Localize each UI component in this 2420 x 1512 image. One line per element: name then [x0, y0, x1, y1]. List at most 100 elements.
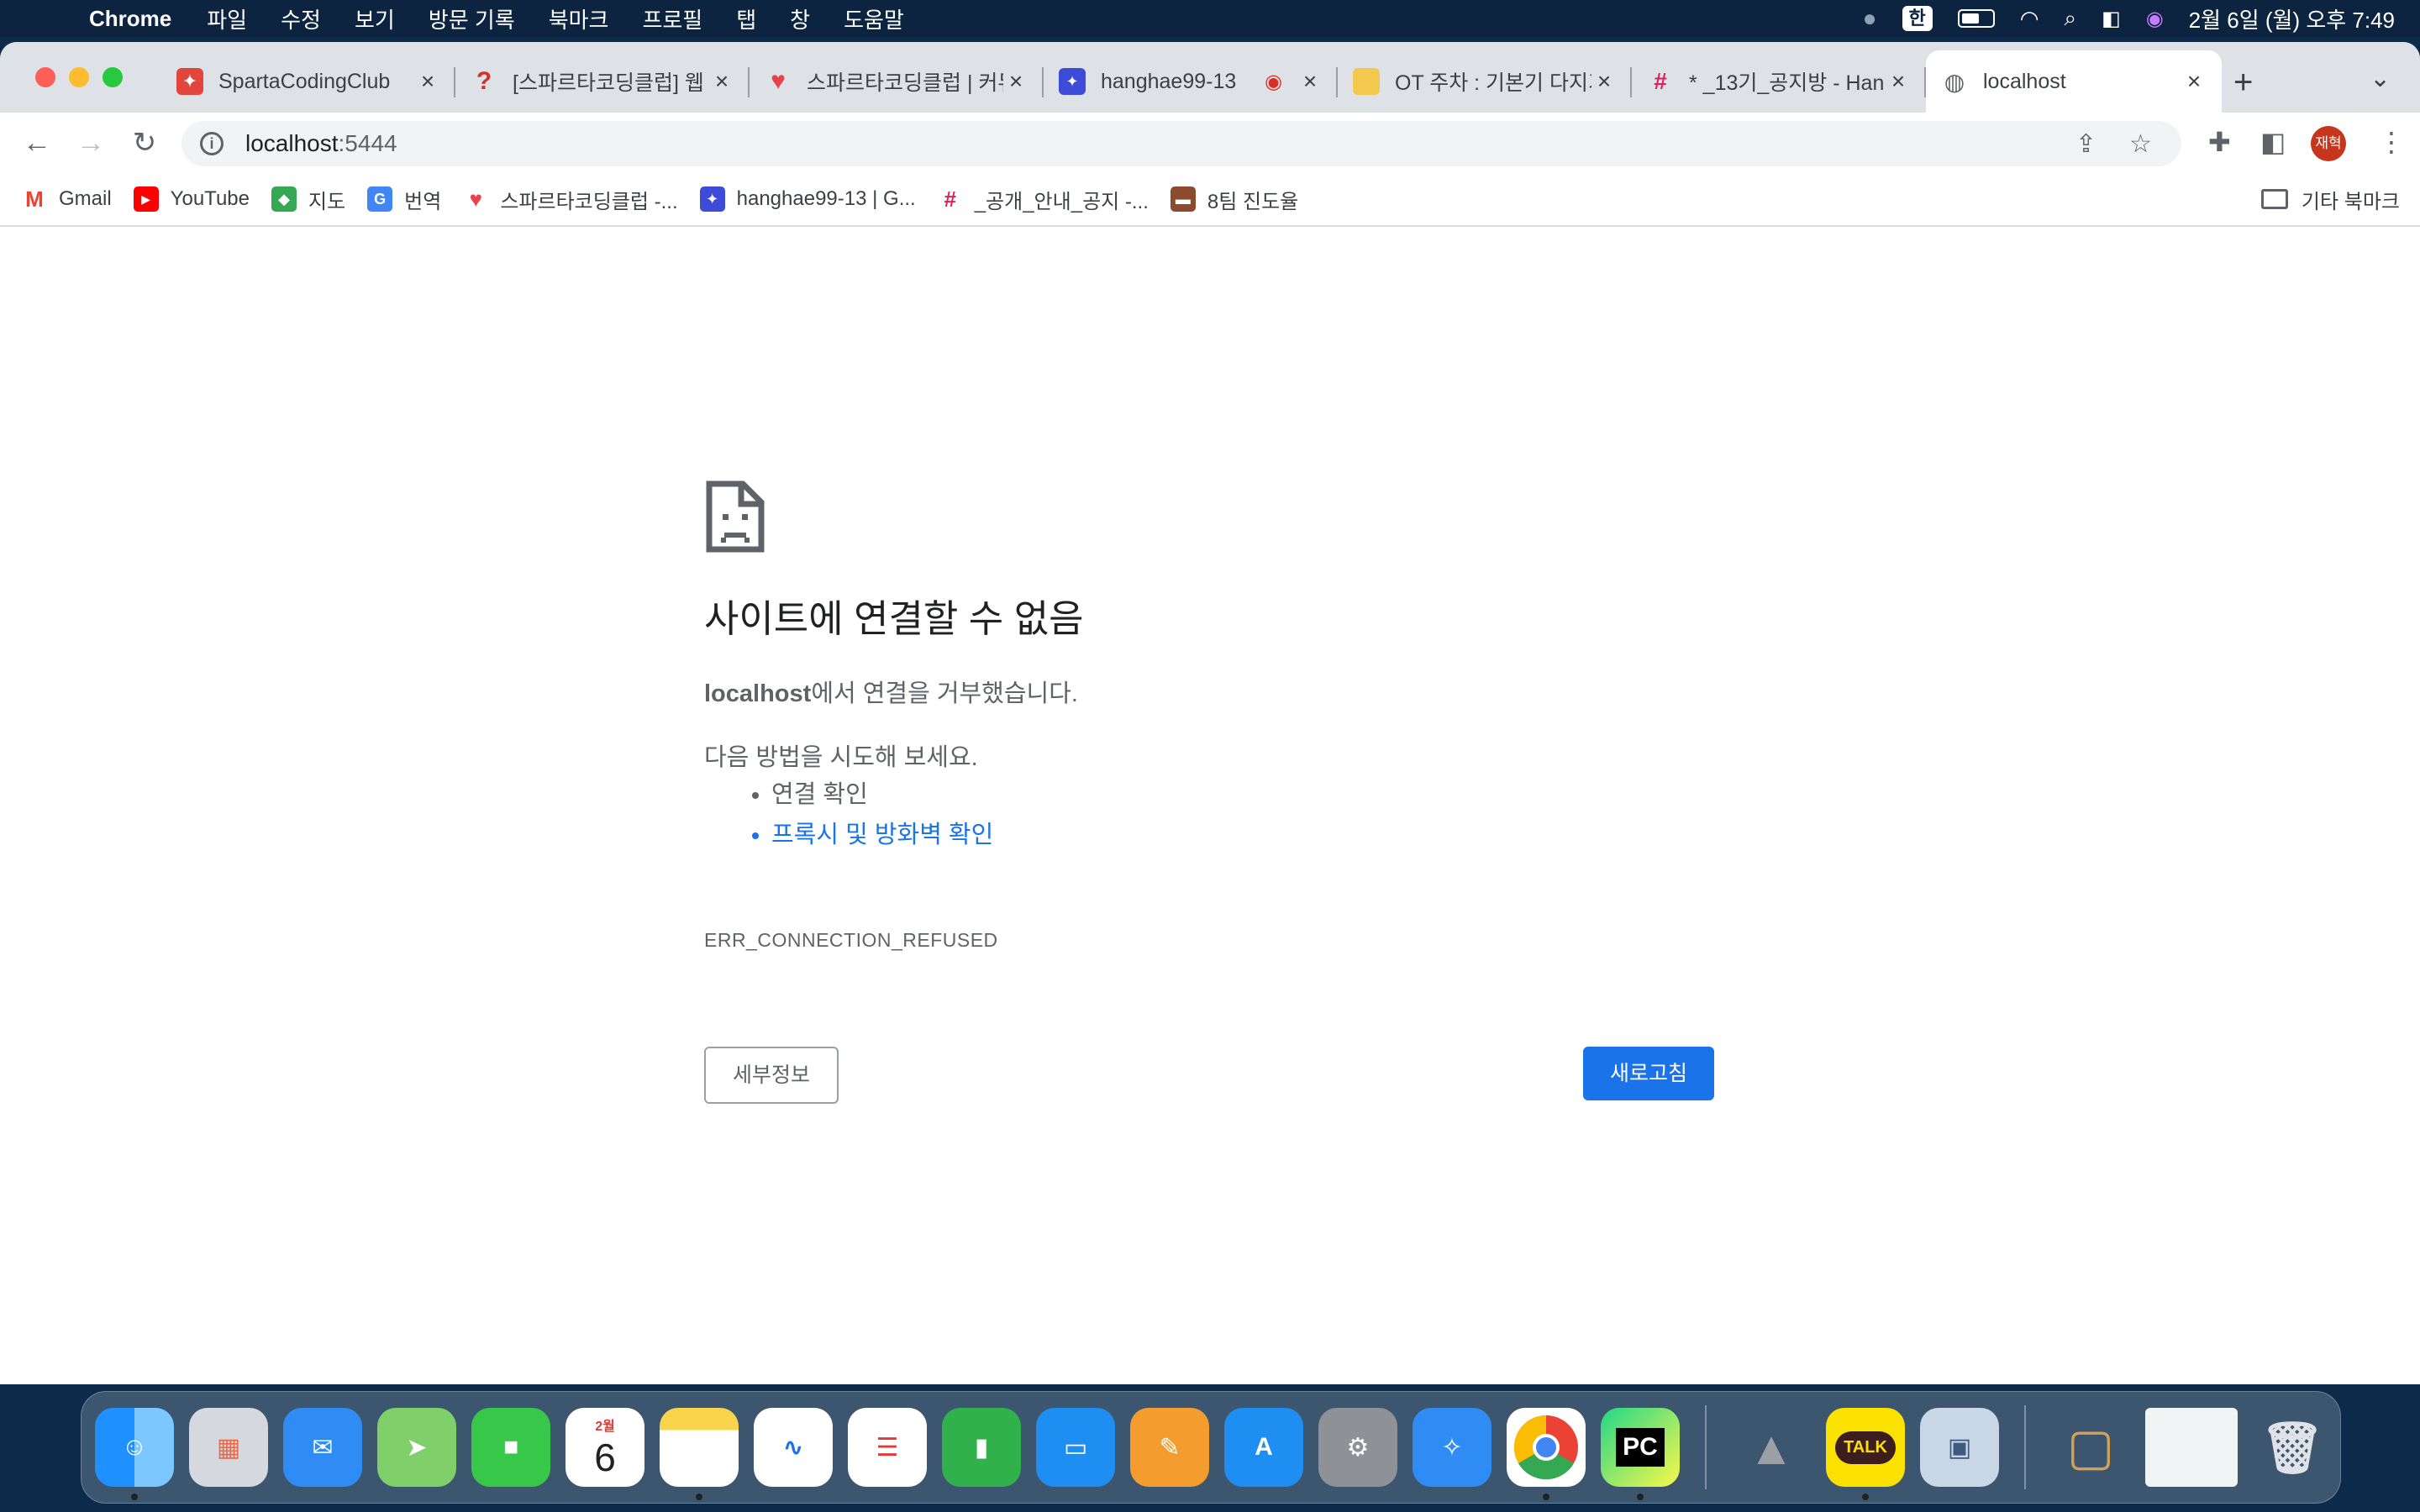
extensions-puzzle-icon[interactable]: ✚: [2208, 126, 2231, 158]
freeform-icon[interactable]: ∿: [754, 1408, 833, 1487]
calendar-icon[interactable]: 2월 6: [566, 1408, 644, 1487]
close-tab-icon[interactable]: ×: [415, 68, 440, 95]
suggestion-check-proxy-link[interactable]: 프록시 및 방화벽 확인: [771, 816, 993, 857]
close-tab-icon[interactable]: ×: [1297, 68, 1323, 95]
bookmark-label: 스파르타코딩클럽 -...: [500, 190, 678, 213]
bookmark-hanghae[interactable]: ✦ hanghae99-13 | G...: [699, 186, 916, 212]
bookmark-star-icon[interactable]: ☆: [2129, 129, 2152, 159]
share-icon[interactable]: ⇪: [2075, 129, 2096, 159]
bookmark-sparta[interactable]: ♥ 스파르타코딩클럽 -...: [463, 185, 678, 214]
chrome-logo-icon: [1513, 1415, 1578, 1480]
notes-icon[interactable]: [660, 1408, 739, 1500]
menu-history[interactable]: 방문 기록: [429, 3, 515, 34]
tab-ot-week[interactable]: OT 주차 : 기본기 다지기 ×: [1338, 50, 1632, 113]
menubar-clock[interactable]: 2월 6일 (월) 오후 7:49: [2189, 3, 2395, 34]
tab-title: hanghae99-13: [1101, 69, 1237, 93]
back-arrow-icon[interactable]: ←: [18, 124, 55, 161]
input-method-indicator[interactable]: 한: [1902, 6, 1933, 31]
zoom-window-button[interactable]: [103, 67, 123, 87]
tab-sparta-web[interactable]: ? [스파르타코딩클럽] 웹 ×: [455, 50, 750, 113]
other-bookmarks[interactable]: 기타 북마크: [2260, 185, 2400, 214]
menu-bookmarks[interactable]: 북마크: [549, 3, 609, 34]
menu-tab[interactable]: 탭: [736, 3, 756, 34]
bookmark-label: 8팀 진도율: [1207, 190, 1299, 213]
menu-app-name[interactable]: Chrome: [89, 6, 171, 32]
bookmark-label: 번역: [404, 190, 442, 213]
menu-window[interactable]: 창: [790, 3, 810, 34]
bookmark-label: Gmail: [59, 187, 112, 210]
close-tab-icon[interactable]: ×: [2181, 68, 2207, 95]
bookmark-gmail[interactable]: M Gmail: [22, 186, 112, 212]
keynote-icon[interactable]: ▭: [1036, 1408, 1115, 1487]
chrome-icon[interactable]: [1507, 1408, 1586, 1500]
mail-icon[interactable]: ✉: [283, 1408, 362, 1487]
app-store-icon[interactable]: A: [1224, 1408, 1303, 1487]
reload-icon[interactable]: ↻: [126, 124, 163, 161]
error-page: 사이트에 연결할 수 없음 localhost에서 연결을 거부했습니다. 다음…: [0, 228, 2420, 1384]
bookmark-team8[interactable]: ▬ 8팀 진도율: [1170, 185, 1299, 214]
error-code: ERR_CONNECTION_REFUSED: [704, 929, 998, 951]
control-center-icon[interactable]: ◧: [2102, 7, 2121, 31]
wifi-icon[interactable]: ◠: [2020, 6, 2039, 32]
reload-button[interactable]: 새로고침: [1583, 1047, 1714, 1100]
tab-search-chevron-icon[interactable]: ⌄: [2370, 64, 2391, 93]
bookmark-youtube[interactable]: ▶ YouTube: [133, 186, 250, 212]
calendar-day: 6: [594, 1436, 616, 1479]
numbers-icon[interactable]: ▮: [942, 1408, 1021, 1487]
side-panel-icon[interactable]: ◧: [2260, 126, 2286, 158]
tab-hanghae99[interactable]: ✦ hanghae99-13 ◉ ×: [1044, 50, 1338, 113]
menu-edit[interactable]: 수정: [281, 3, 321, 34]
tab-localhost[interactable]: ◍ localhost ×: [1926, 50, 2222, 113]
folder-icon: [2260, 189, 2288, 209]
menu-help[interactable]: 도움말: [844, 3, 904, 34]
safari-icon[interactable]: ✧: [1413, 1408, 1491, 1487]
launchpad-icon[interactable]: ▦: [189, 1408, 268, 1487]
spotlight-search-icon[interactable]: ⌕: [2064, 5, 2076, 32]
ship-icon: ▬: [1170, 186, 1196, 212]
facetime-icon[interactable]: ■: [471, 1408, 550, 1487]
tab-title: OT 주차 : 기본기 다지기: [1395, 71, 1591, 95]
address-bar[interactable]: i localhost :5444 ⇪ ☆: [182, 121, 2181, 166]
tab-strip: ✦ SpartaCodingClub × ? [스파르타코딩클럽] 웹 × ♥ …: [0, 42, 2420, 113]
kebab-menu-icon[interactable]: ⋮: [2378, 126, 2405, 158]
archive-box-icon[interactable]: ▢: [2051, 1408, 2130, 1487]
details-button[interactable]: 세부정보: [704, 1047, 839, 1104]
kakaotalk-icon[interactable]: TALK: [1826, 1408, 1905, 1500]
menu-view[interactable]: 보기: [355, 3, 395, 34]
minimize-window-button[interactable]: [69, 67, 89, 87]
preview-icon[interactable]: ▣: [1920, 1408, 1999, 1487]
close-tab-icon[interactable]: ×: [1003, 68, 1028, 95]
menu-file[interactable]: 파일: [207, 3, 247, 34]
bookmark-slack-notice[interactable]: # _공개_안내_공지 -...: [938, 185, 1148, 214]
system-settings-icon[interactable]: ⚙: [1318, 1408, 1397, 1487]
bookmark-maps[interactable]: ◆ 지도: [271, 185, 345, 214]
dock-separator: [2024, 1405, 2026, 1489]
bookmark-translate[interactable]: G 번역: [367, 185, 441, 214]
profile-avatar[interactable]: 재혁: [2311, 126, 2346, 161]
siri-icon[interactable]: ◉: [2146, 7, 2164, 31]
pages-icon[interactable]: ✎: [1130, 1408, 1209, 1487]
rocket-app-icon[interactable]: ▲: [1732, 1408, 1811, 1487]
finder-icon[interactable]: ☺: [95, 1408, 174, 1500]
maps-app-icon[interactable]: ➤: [377, 1408, 456, 1487]
battery-icon[interactable]: [1957, 9, 1995, 28]
sad-document-icon: [706, 480, 765, 553]
error-title: 사이트에 연결할 수 없음: [704, 597, 1084, 640]
trash-icon[interactable]: 🗑: [2253, 1408, 2332, 1487]
pycharm-icon[interactable]: PC: [1601, 1408, 1680, 1500]
message-bubble-icon[interactable]: ●: [1863, 5, 1877, 32]
slack-icon: #: [944, 186, 956, 212]
reminders-icon[interactable]: ☰: [848, 1408, 927, 1487]
site-info-icon[interactable]: i: [200, 132, 224, 155]
menu-profiles[interactable]: 프로필: [642, 3, 702, 34]
screenshot-stack-icon[interactable]: [2145, 1408, 2238, 1487]
tab-sparta-community[interactable]: ♥ 스파르타코딩클럽 | 커뮤 ×: [750, 50, 1044, 113]
tab-slack-notice[interactable]: # * _13기_공지방 - Han ×: [1632, 50, 1926, 113]
forward-arrow-icon[interactable]: →: [72, 124, 109, 161]
new-tab-button[interactable]: +: [2233, 64, 2253, 102]
close-tab-icon[interactable]: ×: [709, 68, 734, 95]
close-tab-icon[interactable]: ×: [1591, 68, 1617, 95]
tab-spartacodingclub[interactable]: ✦ SpartaCodingClub ×: [161, 50, 455, 113]
close-window-button[interactable]: [35, 67, 55, 87]
close-tab-icon[interactable]: ×: [1886, 68, 1911, 95]
